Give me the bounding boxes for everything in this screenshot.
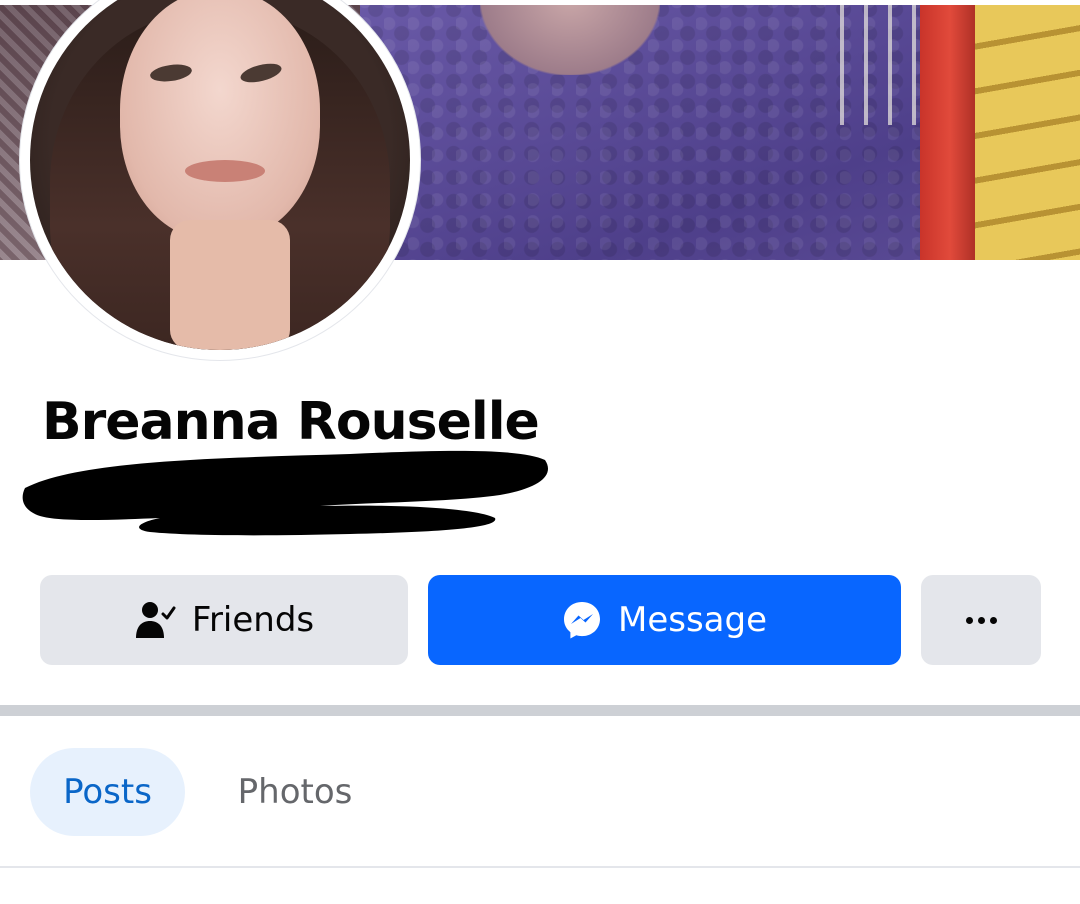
redaction-scribble — [22, 450, 548, 536]
messenger-icon — [562, 600, 602, 640]
profile-picture[interactable] — [20, 0, 420, 360]
message-label: Message — [617, 600, 767, 640]
friend-check-icon — [134, 600, 176, 640]
message-button[interactable]: Message — [428, 575, 901, 665]
more-horizontal-icon — [965, 616, 997, 624]
tabs-divider — [0, 866, 1080, 868]
tab-posts-label: Posts — [63, 772, 152, 812]
friends-label: Friends — [191, 600, 315, 640]
more-options-button[interactable] — [921, 575, 1041, 665]
friends-button[interactable]: Friends — [40, 575, 408, 665]
avatar — [30, 0, 410, 350]
section-divider — [0, 705, 1080, 716]
tab-posts[interactable]: Posts — [30, 748, 185, 836]
tab-photos[interactable]: Photos — [210, 748, 380, 836]
tab-photos-label: Photos — [237, 772, 353, 812]
